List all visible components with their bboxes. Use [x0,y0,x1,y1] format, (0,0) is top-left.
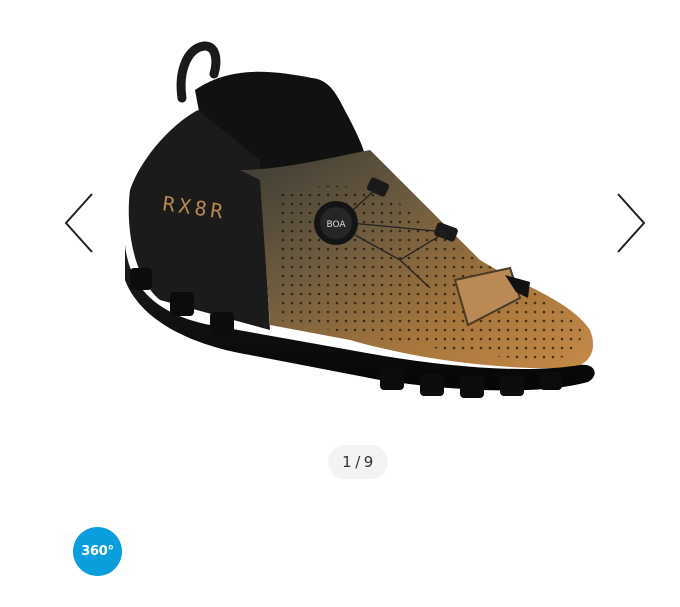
previous-image-button[interactable] [56,188,96,258]
boa-dial: BOA [314,201,358,245]
chevron-left-icon [64,193,93,253]
chevron-right-icon [617,193,646,253]
view-360-label: 360° [81,544,114,559]
boa-dial-print: BOA [326,220,346,230]
view-360-button[interactable]: 360° [73,527,122,576]
counter-current: 1 [342,453,353,471]
product-gallery: BOA RX8R 1/9 360° [0,0,680,607]
counter-total: 9 [363,453,374,471]
next-image-button[interactable] [614,188,654,258]
product-image: BOA RX8R [125,41,595,398]
counter-separator: / [355,453,361,471]
image-counter: 1/9 [328,445,388,479]
